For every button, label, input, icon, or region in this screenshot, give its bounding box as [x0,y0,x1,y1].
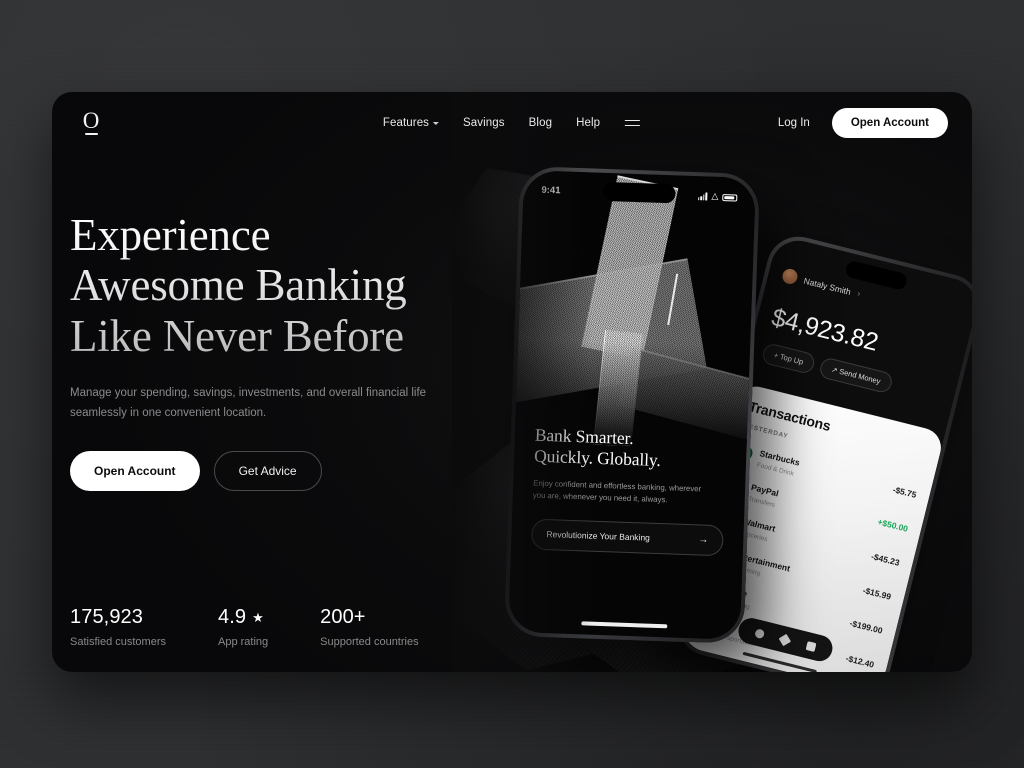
subcopy-line-1: Manage your spending, savings, investmen… [70,387,409,400]
revolutionize-banking-button[interactable]: Revolutionize Your Banking → [530,518,724,556]
arrow-right-icon: → [698,534,709,546]
logo-underline [84,133,98,136]
stats-row: 175,923 Satisfied customers 4.9 ★ App ra… [70,606,419,648]
nav-links: Features Savings Blog Help [383,117,641,130]
chevron-right-icon: › [856,288,862,299]
hero-cta-row: Open Account Get Advice [70,451,500,492]
login-link[interactable]: Log In [778,117,810,129]
stat-label: App rating [217,636,269,648]
wifi-icon: △ [711,190,719,201]
transaction-amount: -$199.00 [848,617,884,636]
grid-icon [805,640,817,652]
transaction-amount: -$5.75 [891,484,918,500]
headline-line-3: Like Never Before [70,310,404,361]
page-title: Experience Awesome Banking Like Never Be… [70,210,500,361]
phone-back-user-name: Nataly Smith [802,275,852,297]
phone-front-notch [603,181,676,204]
phone-front-subtext: Enjoy confident and effortless banking, … [533,477,726,509]
headline-line-2: Awesome Banking [70,260,407,311]
brand-logo[interactable]: O [74,106,108,140]
headline-line-1: Experience [70,210,271,260]
hero-visual: 9:41 Nataly Smith › $4,923.82 + Top Up [452,92,972,672]
hero-subcopy: Manage your spending, savings, investmen… [70,383,430,423]
top-up-label: Top Up [779,352,805,367]
transaction-category: Transfers [747,495,776,509]
stat-value: 200+ [320,606,418,629]
phone-mockup-front: 9:41 △ Bank Smarter. Quickly. Globally. [503,165,761,645]
nav-item-features-label: Features [382,117,430,129]
transaction-amount: +$50.00 [876,516,910,534]
transaction-amount: -$15.99 [861,585,893,602]
stat-number: 200+ [320,606,366,628]
diamond-icon [779,633,792,646]
open-account-nav-button[interactable]: Open Account [831,108,948,138]
phone-front-content: Bank Smarter. Quickly. Globally. Enjoy c… [511,424,747,557]
phone-front-home-indicator [581,621,668,629]
phone-front-status-time: 9:41 [541,184,561,197]
star-icon: ★ [252,610,264,625]
nav-item-help[interactable]: Help [576,117,600,129]
stat-label: Satisfied customers [70,636,166,648]
send-money-label: Send Money [838,366,882,386]
stat-value: 175,923 [70,606,166,629]
nav-item-features[interactable]: Features [382,117,440,129]
hero-copy: Experience Awesome Banking Like Never Be… [70,210,500,492]
stat-supported-countries: 200+ Supported countries [320,606,418,648]
home-icon [754,627,766,639]
stat-number: 175,923 [70,606,143,628]
nav-item-savings[interactable]: Savings [463,117,505,129]
logo-letter: O [82,107,100,133]
open-account-button[interactable]: Open Account [70,451,200,492]
stat-label: Supported countries [320,636,419,648]
signal-bars-icon [697,192,708,201]
phone-front-screen: 9:41 △ Bank Smarter. Quickly. Globally. [508,170,756,640]
nav-actions: Log In Open Account [778,108,948,138]
chevron-down-icon [433,122,440,125]
top-navigation: O Features Savings Blog Help Log In Open… [52,92,972,154]
send-money-button[interactable]: ↗ Send Money [818,356,894,395]
transaction-amount: -$12.40 [844,652,876,670]
transaction-amount: -$45.23 [870,551,901,568]
avatar [780,267,800,286]
stat-value: 4.9 ★ [218,606,268,629]
abstract-artwork [514,170,756,451]
top-up-button[interactable]: + Top Up [760,342,817,376]
revolutionize-banking-label: Revolutionize Your Banking [546,529,651,543]
page-root: O Features Savings Blog Help Log In Open… [0,0,1024,768]
battery-icon [722,193,738,202]
stat-app-rating: 4.9 ★ App rating [218,606,268,648]
phone-front-title: Bank Smarter. Quickly. Globally. [534,425,727,474]
hamburger-menu-icon[interactable] [624,117,641,130]
status-icons: △ [697,190,738,202]
stat-number: 4.9 [217,606,247,628]
get-advice-button[interactable]: Get Advice [213,451,322,492]
stat-satisfied-customers: 175,923 Satisfied customers [70,606,166,648]
hero-card: O Features Savings Blog Help Log In Open… [52,92,972,672]
nav-item-blog[interactable]: Blog [529,117,552,129]
artwork-fade [514,170,756,451]
arrow-up-right-icon: ↗ [830,364,839,376]
